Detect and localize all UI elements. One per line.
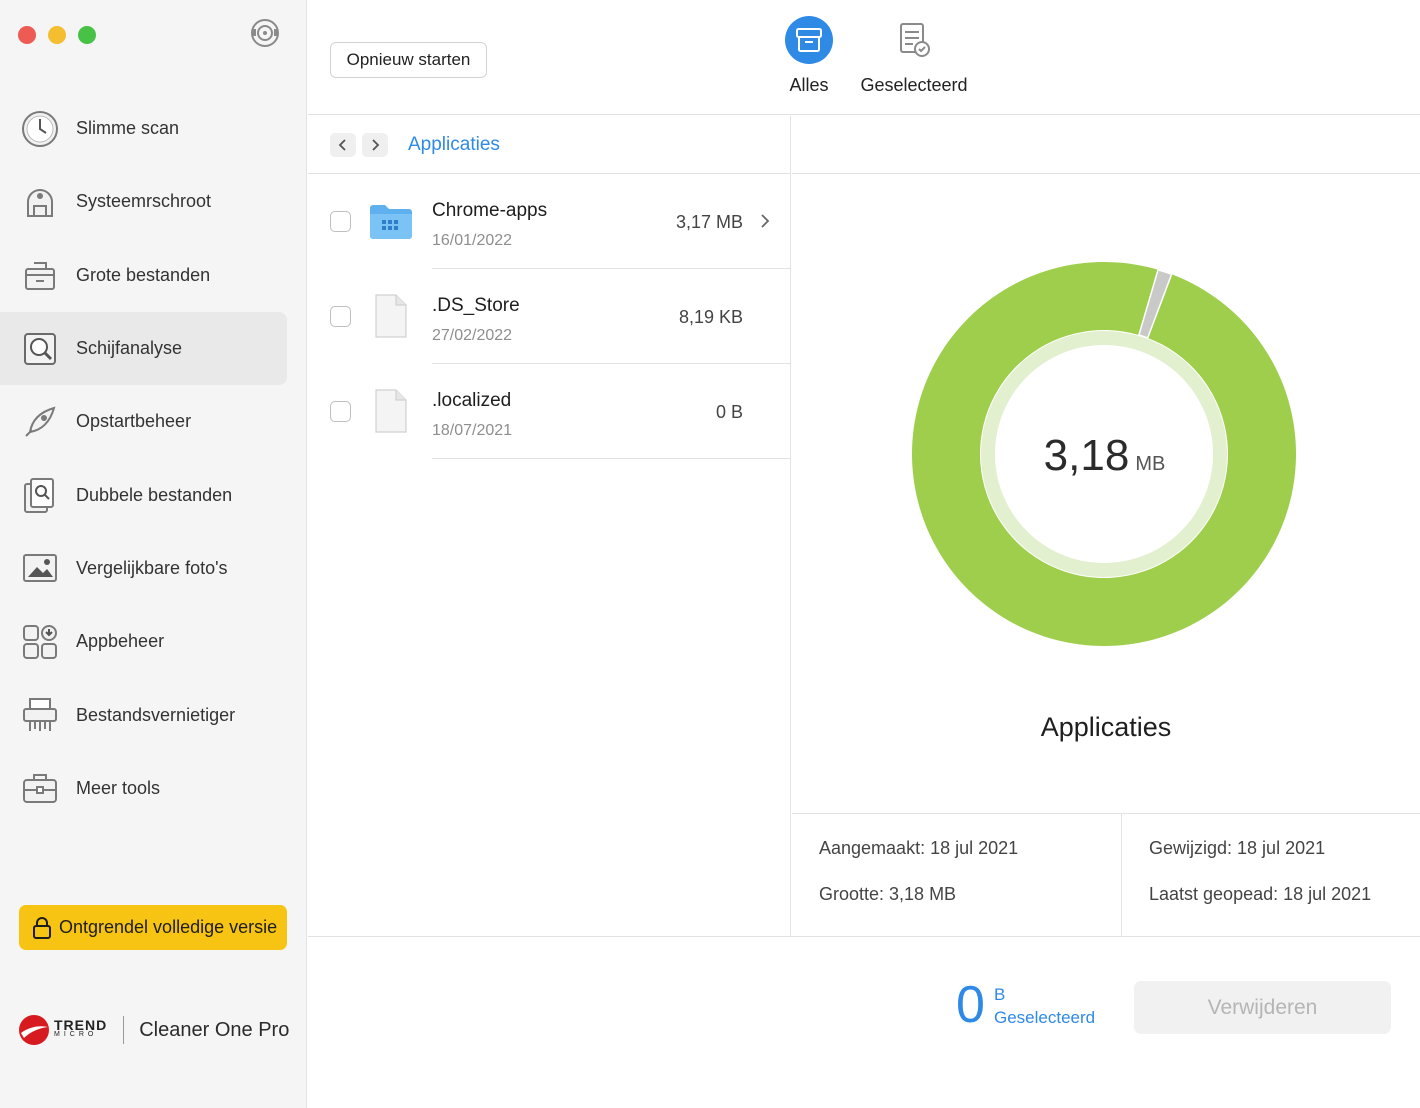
disk-search-icon: [24, 332, 56, 365]
toolbox-icon: [23, 774, 57, 804]
chevron-left-icon: [338, 138, 346, 151]
brand-divider: [123, 1016, 125, 1044]
box-icon: [25, 262, 55, 291]
file-date: 27/02/2022: [432, 327, 513, 344]
sidebar-item-label: Vergelijkbare foto's: [76, 557, 228, 578]
file-row[interactable]: .DS_Store 27/02/2022 8,19 KB: [308, 269, 790, 364]
file-name: Chrome-apps: [432, 200, 548, 221]
bottom-bar: 0 B Geselecteerd Verwijderen: [308, 936, 1420, 1108]
file-date: 18/07/2021: [432, 422, 513, 439]
row-divider: [432, 458, 790, 459]
forward-button[interactable]: [362, 132, 388, 157]
sidebar-item-smart-scan[interactable]: Slimme scan: [0, 92, 307, 165]
photo-icon: [23, 554, 57, 583]
delete-button[interactable]: Verwijderen: [1134, 981, 1391, 1034]
file-checkbox[interactable]: [330, 211, 351, 232]
brand: TREND MICRO Cleaner One Pro: [18, 1014, 289, 1046]
sidebar-item-more-tools[interactable]: Meer tools: [0, 752, 307, 825]
modified-date: Gewijzigd: 18 jul 2021: [1149, 838, 1326, 858]
metadata-column-left: Aangemaakt: 18 jul 2021 Grootte: 3,18 MB: [792, 814, 1122, 937]
donut-center-label: 3,18 MB: [912, 431, 1297, 481]
sidebar-item-similar-photos[interactable]: Vergelijkbare foto's: [0, 532, 307, 605]
tab-all[interactable]: Alles: [782, 15, 836, 96]
product-name: Cleaner One Pro: [139, 1018, 290, 1041]
toolbar: Opnieuw starten Alles Geselecteerd: [308, 0, 1420, 115]
file-checkbox[interactable]: [330, 306, 351, 327]
file-row[interactable]: .localized 18/07/2021 0 B: [308, 364, 790, 459]
unlock-full-version-button[interactable]: Ontgrendel volledige versie: [19, 905, 287, 950]
detail-pane: 3,18 MB Applicaties Aangemaakt: 18 jul 20…: [792, 116, 1420, 937]
lock-icon: [33, 916, 51, 939]
tab-selected[interactable]: Geselecteerd: [858, 15, 970, 96]
size-info: Grootte: 3,18 MB: [819, 884, 957, 904]
sidebar-item-file-shredder[interactable]: Bestandsvernietiger: [0, 678, 307, 751]
tab-all-label: Alles: [789, 75, 829, 95]
sidebar-item-label: Appbeheer: [76, 631, 165, 652]
sidebar-item-large-files[interactable]: Grote bestanden: [0, 239, 307, 312]
clock-icon: [22, 110, 58, 147]
file-list-pane: Applicaties Chrome-apps 16/01/2022 3,17 …: [308, 116, 791, 936]
file-name: .DS_Store: [432, 295, 520, 316]
sidebar-item-label: Schijfanalyse: [76, 338, 183, 359]
close-window-button[interactable]: [18, 26, 36, 44]
file-size: 8,19 KB: [678, 307, 743, 327]
sidebar-item-system-junk[interactable]: Systeemrschroot: [0, 165, 307, 238]
metadata-column-right: Gewijzigd: 18 jul 2021 Laatst geopead: 1…: [1122, 814, 1420, 937]
restart-button[interactable]: Opnieuw starten: [330, 42, 487, 78]
file-size: 3,17 MB: [675, 212, 743, 232]
window-controls: [18, 26, 96, 44]
total-size-value: 3,18: [1043, 431, 1130, 480]
brand-trend-text: TREND: [54, 1017, 108, 1033]
detail-title: Applicaties: [1040, 712, 1172, 742]
unlock-label: Ontgrendel volledige versie: [59, 917, 278, 937]
file-size: 0 B: [715, 402, 743, 422]
sidebar-item-label: Opstartbeheer: [76, 411, 192, 432]
file-date: 16/01/2022: [432, 232, 513, 249]
zoom-window-button[interactable]: [78, 26, 96, 44]
document-icon: [375, 389, 407, 433]
sidebar-nav: Slimme scan Systeemrschroot Grote bestan…: [0, 92, 307, 825]
sidebar-item-duplicate-files[interactable]: Dubbele bestanden: [0, 458, 307, 531]
folder-icon: [370, 205, 412, 239]
tab-selected-label: Geselecteerd: [860, 75, 968, 95]
detail-header: [792, 116, 1420, 174]
trend-micro-logo-icon: [19, 1015, 49, 1045]
sidebar-item-disk-analysis[interactable]: Schijfanalyse: [0, 311, 287, 386]
rocket-icon: [25, 406, 56, 437]
chevron-right-icon: [372, 138, 380, 151]
brand-wordmark: TREND MICRO: [54, 1017, 108, 1040]
document-icon: [375, 294, 407, 338]
total-size-unit: MB: [1135, 453, 1166, 475]
selected-list-icon: [900, 23, 930, 57]
apps-icon: [23, 624, 57, 659]
chevron-right-icon[interactable]: [758, 212, 772, 230]
duplicate-files-icon: [24, 478, 54, 514]
selected-label[interactable]: Geselecteerd: [994, 1008, 1095, 1028]
sidebar-item-startup-manager[interactable]: Opstartbeheer: [0, 385, 307, 458]
last-opened-date: Laatst geopead: 18 jul 2021: [1149, 884, 1372, 904]
file-checkbox[interactable]: [330, 401, 351, 422]
file-name: .localized: [432, 390, 512, 411]
back-button[interactable]: [330, 132, 356, 157]
file-row[interactable]: Chrome-apps 16/01/2022 3,17 MB: [308, 174, 790, 269]
sidebar-item-label: Bestandsvernietiger: [76, 704, 236, 725]
support-headset-icon[interactable]: [248, 16, 282, 50]
sidebar-item-label: Meer tools: [76, 777, 161, 798]
selected-size-unit: B: [994, 985, 1006, 1004]
sidebar-item-app-manager[interactable]: Appbeheer: [0, 605, 307, 678]
metadata-panel: Aangemaakt: 18 jul 2021 Grootte: 3,18 MB…: [792, 813, 1420, 937]
sidebar-item-label: Slimme scan: [76, 118, 180, 139]
selected-size-value: 0: [956, 976, 985, 1034]
all-items-icon: [785, 16, 833, 64]
sidebar-item-label: Dubbele bestanden: [76, 484, 233, 505]
breadcrumb: Applicaties: [308, 116, 790, 174]
minimize-window-button[interactable]: [48, 26, 66, 44]
sidebar: Slimme scan Systeemrschroot Grote bestan…: [0, 0, 307, 1108]
breadcrumb-current[interactable]: Applicaties: [408, 134, 500, 156]
created-date: Aangemaakt: 18 jul 2021: [819, 838, 1019, 858]
sidebar-item-label: Systeemrschroot: [76, 191, 212, 212]
sidebar-item-label: Grote bestanden: [76, 264, 211, 285]
shredder-icon: [23, 698, 57, 732]
vacuum-icon: [27, 188, 53, 217]
